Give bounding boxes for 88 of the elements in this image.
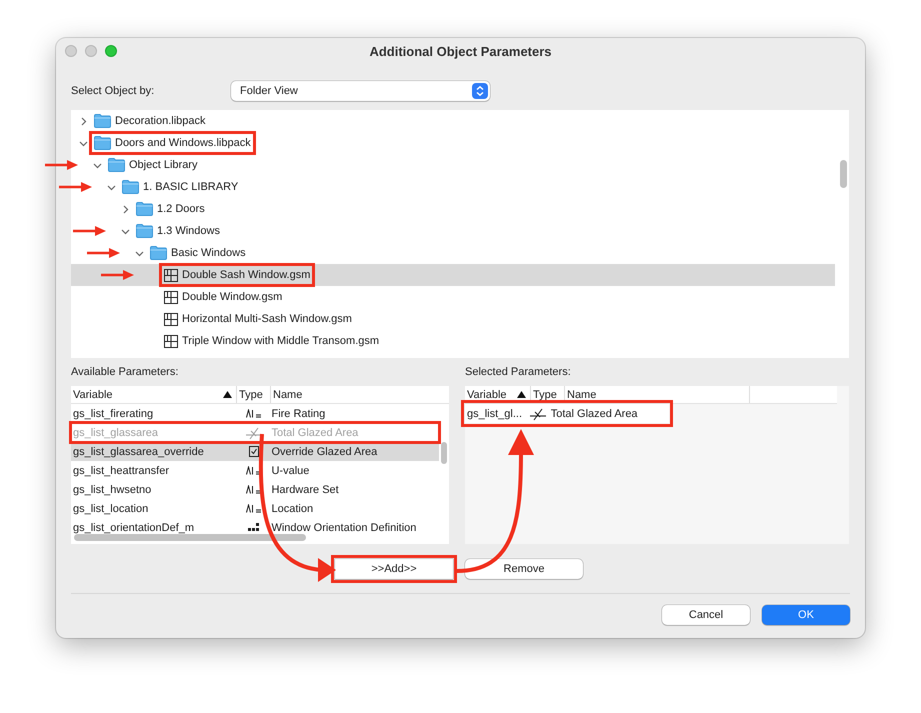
folder-icon: [108, 158, 125, 172]
remove-button[interactable]: Remove: [465, 559, 583, 579]
variable-cell-text: gs_list_heattransfer: [72, 464, 170, 476]
tree-item-label: Double Window.gsm: [182, 291, 282, 303]
tree-item-label: Decoration.libpack: [115, 115, 206, 127]
tree-item-label: Basic Windows: [171, 247, 246, 259]
checkbox-type-icon: [248, 446, 259, 457]
stepper-icon: [472, 83, 488, 99]
parameter-row[interactable]: gs_list_heattransfer U-value: [71, 461, 439, 480]
folder-row[interactable]: Doors and Windows.libpack: [71, 132, 849, 154]
tree-item-label: Horizontal Multi-Sash Window.gsm: [182, 313, 352, 325]
folder-row[interactable]: 1.2 Doors: [71, 198, 849, 220]
window-icon: [164, 290, 178, 304]
tree-item-label: 1.2 Doors: [157, 203, 205, 215]
name-cell-text: U-value: [270, 464, 310, 476]
name-cell-text: Window Orientation Definition: [270, 522, 418, 534]
tree-item-label: Object Library: [129, 159, 198, 171]
chevron-down-icon[interactable]: [93, 160, 102, 170]
object-row[interactable]: Triple Window with Middle Transom.gsm: [71, 330, 849, 352]
folder-row[interactable]: 1.3 Windows: [71, 220, 849, 242]
tree-item-label: 1.3 Windows: [157, 225, 220, 237]
name-cell-text: Fire Rating: [270, 408, 326, 420]
window-icon: [164, 312, 178, 326]
tree-item-label: Triple Window with Middle Transom.gsm: [182, 335, 380, 347]
add-button[interactable]: >>Add>>: [335, 559, 453, 579]
zoom-button[interactable]: [105, 45, 117, 57]
window-title: Additional Object Parameters: [369, 44, 552, 59]
window-icon: [164, 334, 178, 348]
chevron-right-icon[interactable]: [121, 204, 130, 214]
variable-cell-text: gs_list_hwsetno: [72, 484, 152, 496]
folder-icon: [94, 136, 111, 150]
cancel-button[interactable]: Cancel: [662, 605, 750, 625]
scrollbar-thumb[interactable]: [74, 534, 306, 540]
tree-item-label: Doors and Windows.libpack: [115, 137, 251, 149]
parameter-row[interactable]: gs_list_location Location: [71, 499, 439, 518]
variable-cell-text: gs_list_glassarea: [72, 426, 159, 438]
ok-button[interactable]: OK: [762, 605, 850, 625]
available-parameters-label: Available Parameters:: [71, 366, 180, 380]
tree-item-label: Double Sash Window.gsm: [182, 269, 310, 281]
folder-icon: [94, 114, 111, 128]
object-row[interactable]: Double Sash Window.gsm: [71, 264, 835, 286]
text-type-icon: [246, 485, 262, 494]
area-type-icon: [529, 406, 548, 420]
column-header[interactable]: Variable: [71, 386, 236, 403]
object-row[interactable]: Double Window.gsm: [71, 286, 849, 308]
column-header[interactable]: Type: [236, 386, 270, 403]
text-type-icon: [246, 409, 262, 418]
variable-cell-text: gs_list_gl...: [466, 408, 524, 420]
parameter-row[interactable]: gs_list_firerating Fire Rating: [71, 404, 439, 423]
object-row[interactable]: Horizontal Multi-Sash Window.gsm: [71, 308, 849, 330]
folder-row[interactable]: Decoration.libpack: [71, 110, 849, 132]
parameter-row[interactable]: gs_list_gl... Total Glazed Area: [465, 404, 669, 423]
select-by-label: Select Object by:: [71, 85, 156, 97]
folder-icon: [150, 246, 167, 260]
text-type-icon: [246, 466, 262, 475]
chevron-down-icon[interactable]: [135, 248, 144, 258]
area-type-icon: [244, 426, 263, 440]
folder-icon: [136, 224, 153, 238]
variable-cell-text: gs_list_location: [72, 502, 150, 514]
folder-row[interactable]: Basic Windows: [71, 242, 849, 264]
scrollbar-thumb[interactable]: [840, 160, 847, 188]
variable-cell-text: gs_list_firerating: [72, 408, 154, 420]
folder-icon: [136, 202, 153, 216]
scrollbar-thumb[interactable]: [441, 442, 447, 464]
folder-row[interactable]: 1. BASIC LIBRARY: [71, 176, 849, 198]
chevron-right-icon[interactable]: [79, 116, 88, 126]
folder-row[interactable]: Object Library: [71, 154, 849, 176]
text-type-icon: [246, 504, 262, 513]
variable-cell-text: gs_list_orientationDef_m: [72, 522, 196, 534]
view-dropdown[interactable]: Folder View: [231, 81, 490, 101]
list-type-icon: [248, 523, 260, 532]
name-cell-text: Hardware Set: [270, 484, 340, 496]
name-cell-text: Location: [270, 502, 314, 514]
column-header[interactable]: Variable: [465, 386, 530, 403]
column-header[interactable]: Name: [270, 386, 440, 403]
name-cell-text: Total Glazed Area: [550, 408, 639, 420]
chevron-down-icon[interactable]: [79, 138, 88, 148]
selected-parameters-label: Selected Parameters:: [465, 366, 572, 380]
parameter-row[interactable]: gs_list_orientationDef_m Window Orientation Definition: [71, 518, 439, 537]
variable-cell-text: gs_list_glassarea_override: [72, 446, 205, 458]
name-cell-text: Total Glazed Area: [270, 426, 360, 438]
window-icon: [164, 268, 178, 282]
folder-icon: [122, 180, 139, 194]
parameter-row[interactable]: gs_list_hwsetno Hardware Set: [71, 480, 439, 499]
name-cell-text: Override Glazed Area: [270, 446, 378, 458]
chevron-down-icon[interactable]: [121, 226, 130, 236]
tree-item-label: 1. BASIC LIBRARY: [143, 181, 238, 193]
chevron-down-icon[interactable]: [107, 182, 116, 192]
